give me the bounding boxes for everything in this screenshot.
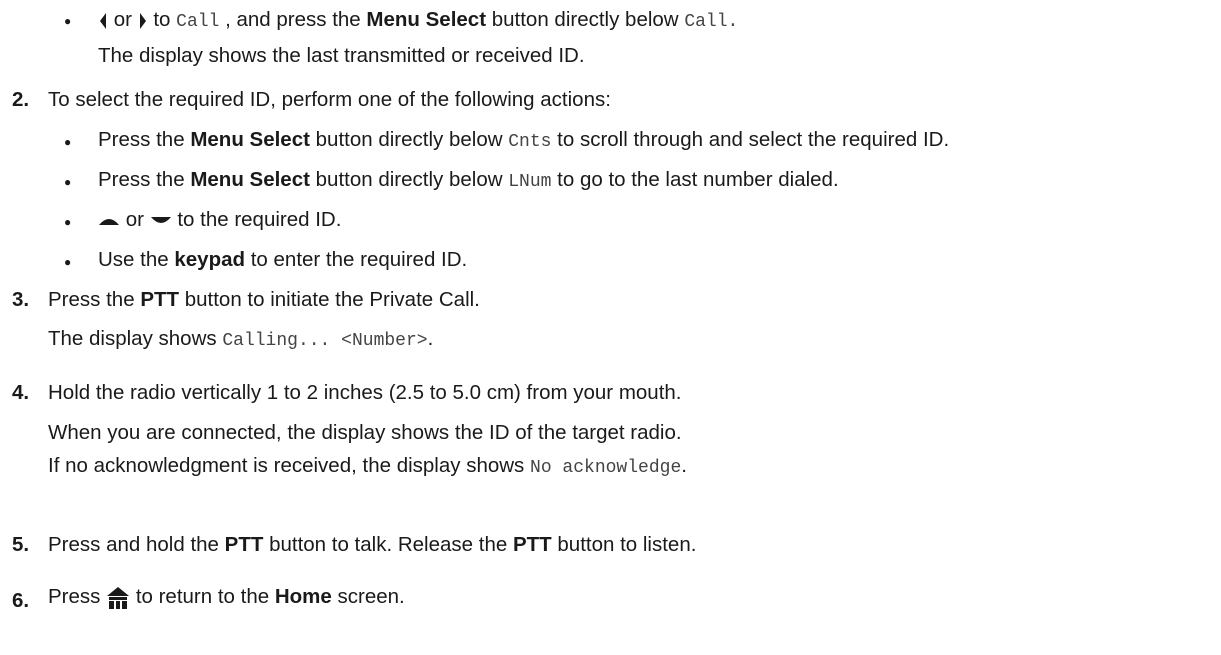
step-2-option-1: Press the Menu Select button directly be… xyxy=(98,128,950,152)
right-arrow-icon xyxy=(139,12,146,29)
bullet-dot: ● xyxy=(64,135,72,149)
up-arrow-icon xyxy=(99,218,119,225)
down-arrow-icon xyxy=(150,216,171,223)
bullet-dot: ● xyxy=(64,175,72,189)
bullet-dot: ● xyxy=(64,255,72,269)
home-icon xyxy=(107,586,130,609)
code-lnum: LNum xyxy=(508,172,552,192)
step-4-text: Hold the radio vertically 1 to 2 inches … xyxy=(48,381,682,404)
step-4-note-2: If no acknowledgment is received, the di… xyxy=(48,454,687,478)
bullet-dot: ● xyxy=(64,215,72,229)
code-no-acknowledge: No acknowledge xyxy=(530,458,682,478)
step-number: 4. xyxy=(12,381,30,404)
code-call: Call xyxy=(176,12,220,32)
step-6-text: Press to return to the Home screen. xyxy=(48,585,405,609)
step-3-note: The display shows Calling... <Number>. xyxy=(48,327,434,351)
bullet-1-note: The display shows the last transmitted o… xyxy=(98,44,585,67)
step-2-option-2: Press the Menu Select button directly be… xyxy=(98,168,839,192)
code-calling: Calling... <Number> xyxy=(222,331,428,351)
step-3-text: Press the PTT button to initiate the Pri… xyxy=(48,288,480,311)
bullet-dot: ● xyxy=(64,14,72,28)
step-2-option-3: or to the required ID. xyxy=(98,208,341,232)
code-cnts: Cnts xyxy=(508,132,552,152)
bullet-1-text: or to Call , and press the Menu Select b… xyxy=(98,8,738,32)
step-number: 3. xyxy=(12,288,30,311)
code-call: Call xyxy=(684,12,728,32)
step-2-text: To select the required ID, perform one o… xyxy=(48,88,611,111)
step-4-note-1: When you are connected, the display show… xyxy=(48,421,682,444)
step-5-text: Press and hold the PTT button to talk. R… xyxy=(48,533,697,556)
step-number: 2. xyxy=(12,88,30,111)
left-arrow-icon xyxy=(100,12,106,29)
step-number: 6. xyxy=(12,589,30,612)
step-number: 5. xyxy=(12,533,30,556)
step-2-option-4: Use the keypad to enter the required ID. xyxy=(98,248,468,271)
